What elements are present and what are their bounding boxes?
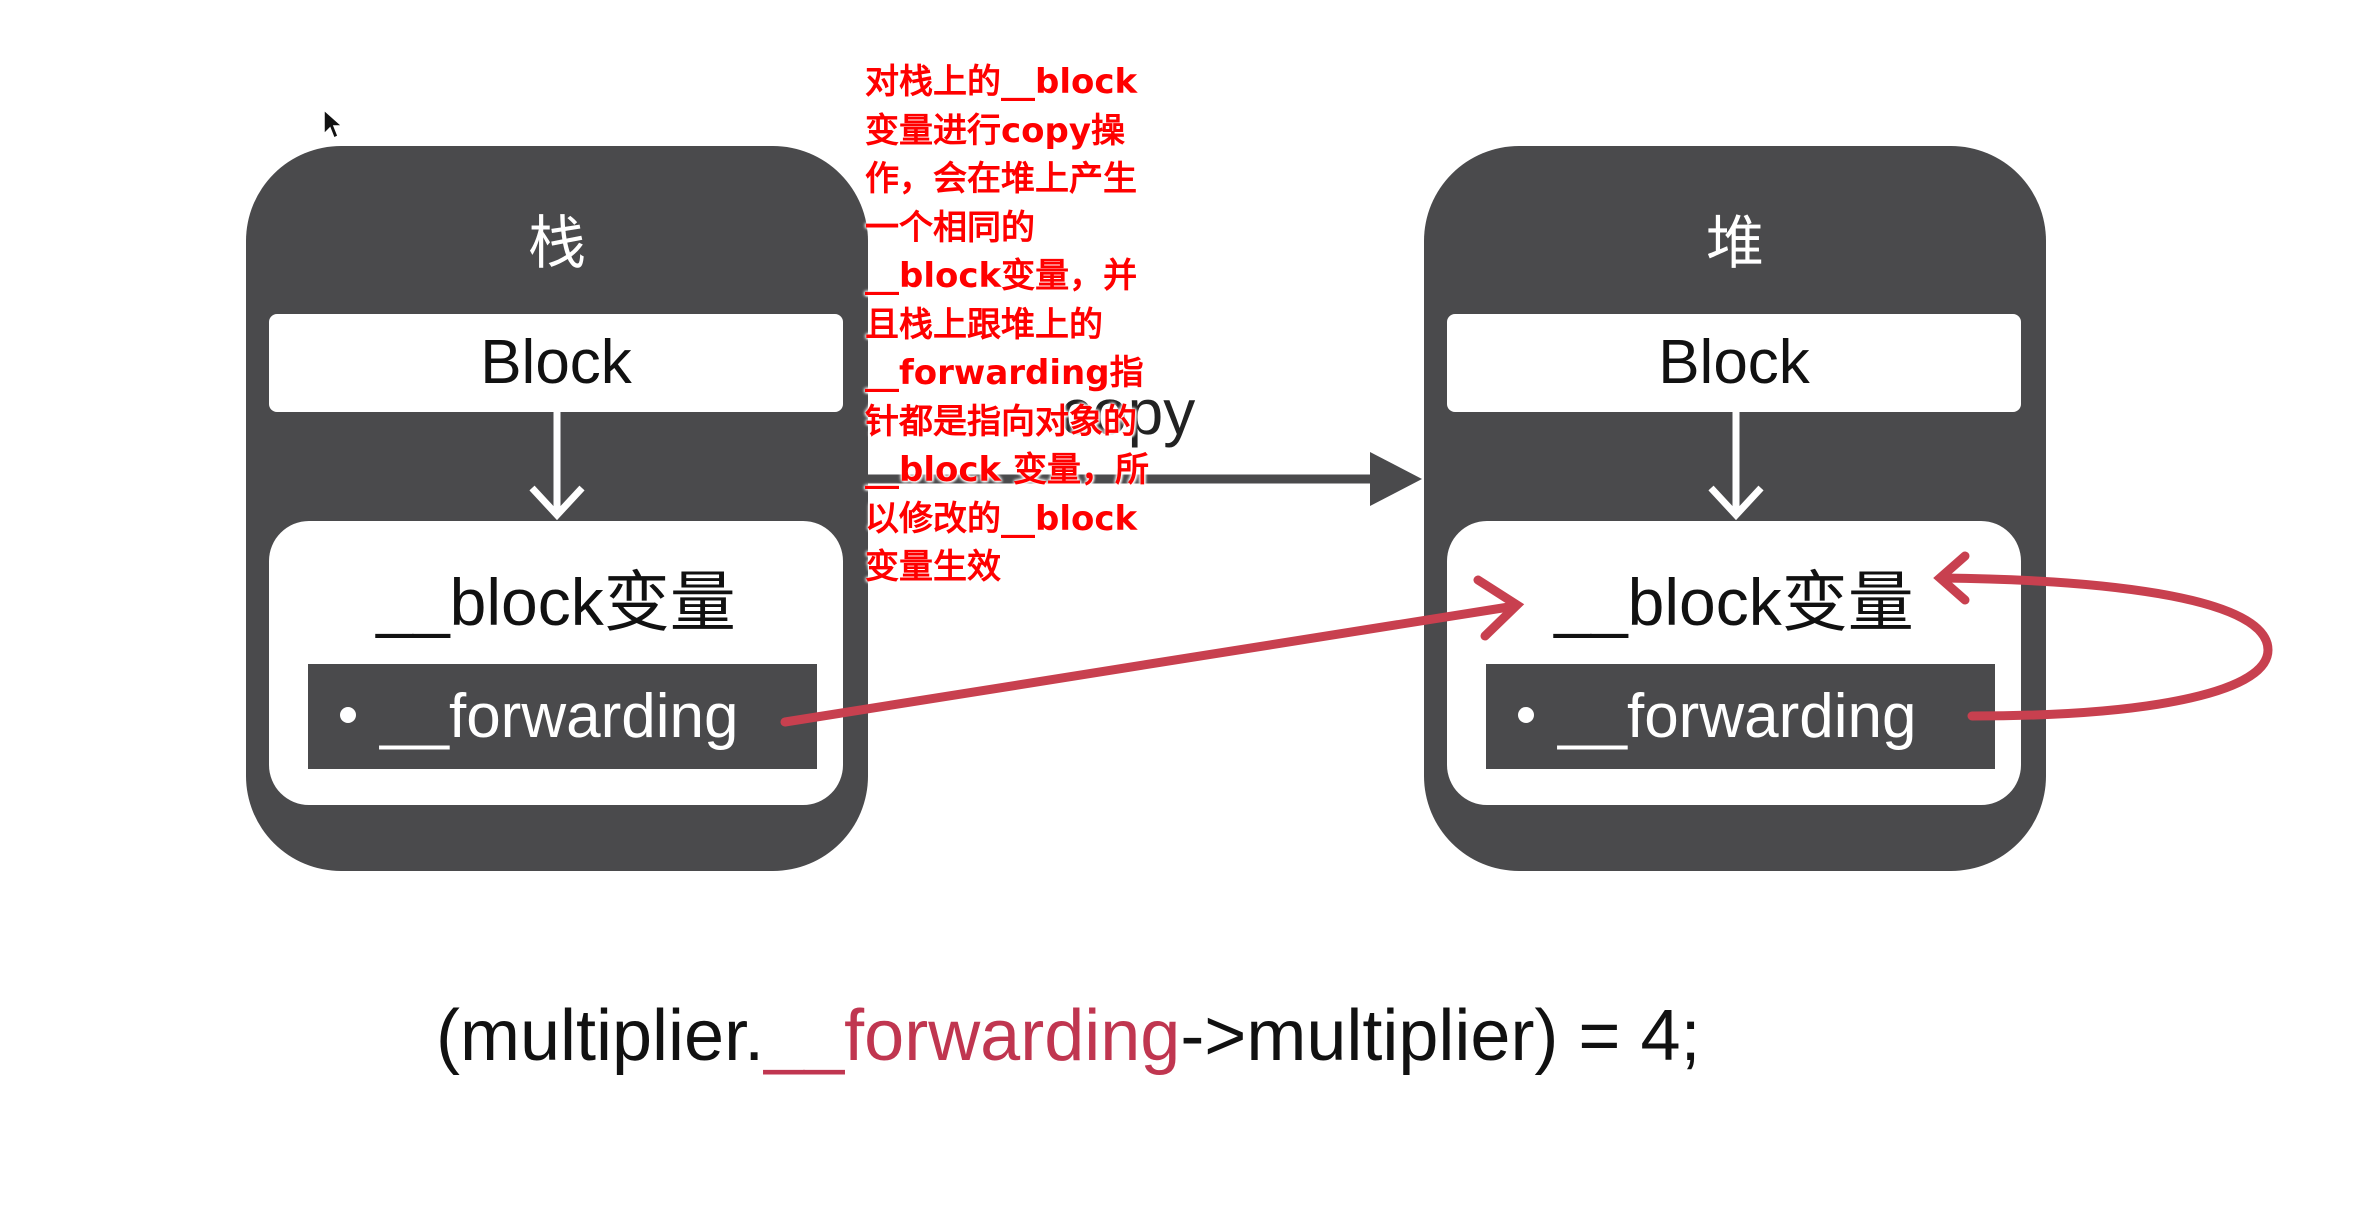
annotation-line: 变量进行copy操 xyxy=(865,110,1126,151)
annotation-line: __block 变量，所 xyxy=(865,450,1149,490)
annotation-line: 针都是指向对象的 xyxy=(865,401,1137,442)
heap-forwarding-pointer xyxy=(1933,551,2273,721)
annotation-note: 对栈上的__block 变量进行copy操 作，会在堆上产生 一个相同的 __b… xyxy=(865,58,1149,592)
formula-suffix: ->multiplier) = 4; xyxy=(1180,996,1701,1076)
stack-down-arrow xyxy=(529,412,585,521)
formula-prefix: (multiplier. xyxy=(436,996,765,1076)
formula-highlight: __forwarding xyxy=(764,996,1181,1076)
code-formula: (multiplier.__forwarding->multiplier) = … xyxy=(436,995,1701,1077)
annotation-line: 作，会在堆上产生 xyxy=(865,159,1137,199)
annotation-line: 以修改的__block xyxy=(865,498,1138,539)
stack-forwarding-pointer xyxy=(780,575,1525,727)
annotation-line: 且栈上跟堆上的 xyxy=(865,304,1103,345)
annotation-line: 一个相同的 xyxy=(865,207,1035,248)
annotation-line: 变量生效 xyxy=(865,547,1001,587)
annotation-line: __forwarding指 xyxy=(865,353,1144,393)
annotation-line: __block变量，并 xyxy=(865,256,1138,296)
heap-down-arrow xyxy=(1708,412,1764,521)
annotation-line: 对栈上的__block xyxy=(865,62,1138,102)
